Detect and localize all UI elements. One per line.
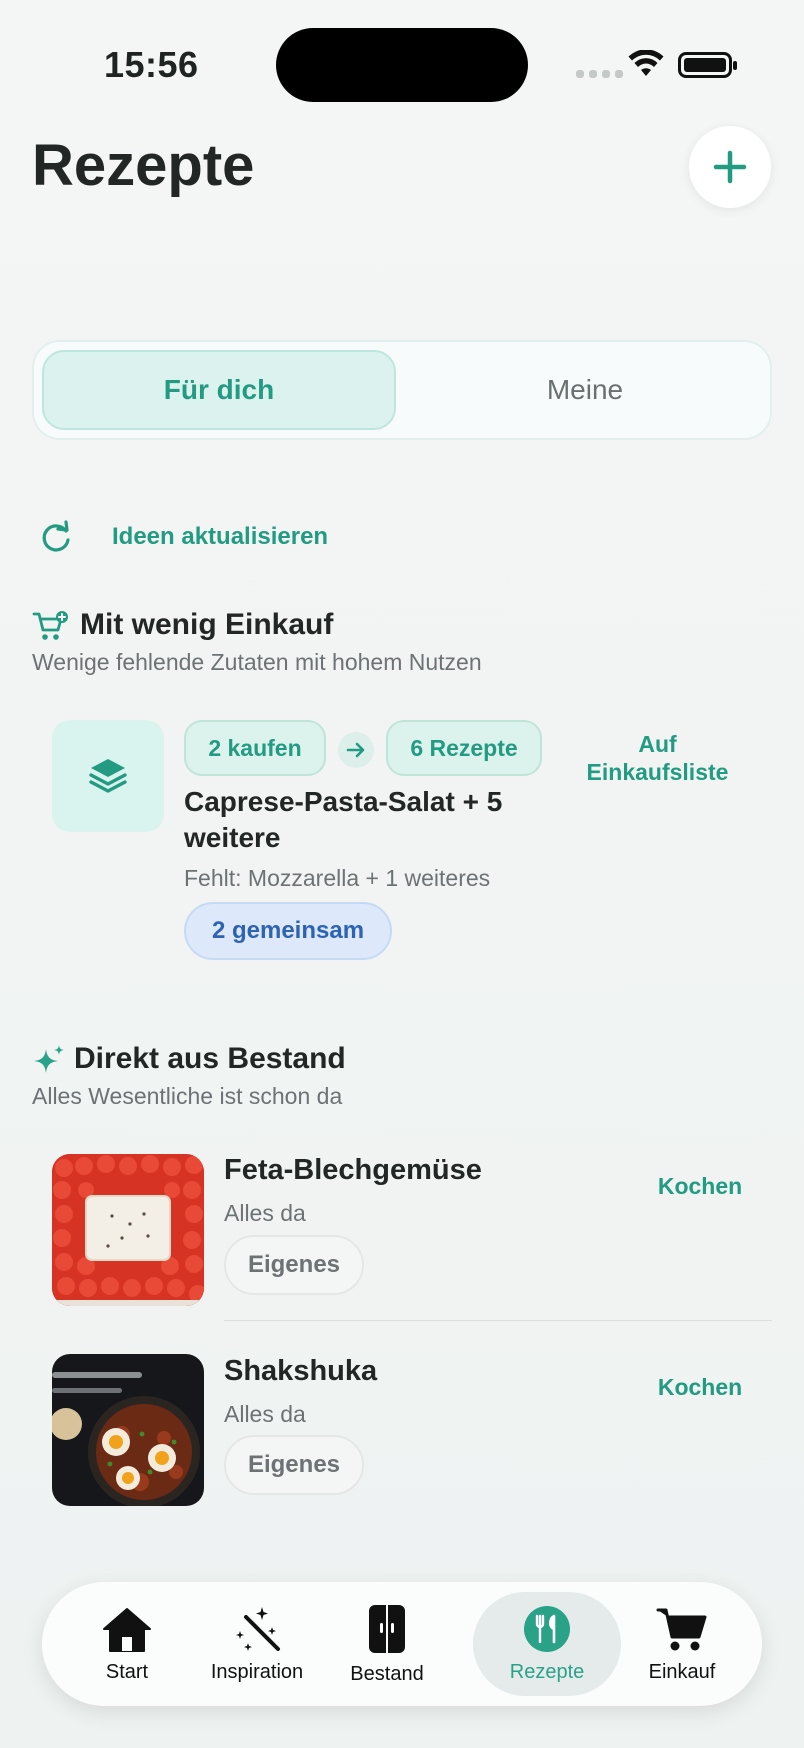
page-title: Rezepte — [32, 133, 255, 198]
tab-rezepte[interactable]: Rezepte — [482, 1582, 612, 1706]
refresh-icon[interactable] — [36, 518, 76, 558]
recipe-image-feta[interactable] — [52, 1154, 204, 1306]
bundle-tile[interactable] — [52, 720, 164, 832]
tab-label: Inspiration — [210, 1660, 304, 1683]
status-bar: 15:56 — [0, 0, 804, 130]
tab-label: Bestand — [350, 1662, 424, 1685]
cellular-signal-icon — [576, 70, 623, 78]
tab-start[interactable]: Start — [72, 1582, 182, 1706]
section-title-low-shop: Mit wenig Einkauf — [80, 608, 334, 641]
recipe-name[interactable]: Shakshuka — [224, 1355, 377, 1388]
tab-label: Rezepte — [509, 1660, 585, 1683]
row-divider — [224, 1320, 772, 1321]
tab-einkauf[interactable]: Einkauf — [622, 1582, 742, 1706]
arrow-right-icon — [338, 732, 374, 768]
fridge-icon — [369, 1604, 405, 1653]
bundle-missing-text: Fehlt: Mozzarella + 1 weiteres — [184, 865, 491, 891]
recipe-image-shakshuka[interactable] — [52, 1354, 204, 1506]
segment-for-you[interactable]: Für dich — [42, 350, 396, 430]
tab-bar: Start Inspiration Bestand Rezepte Einkau… — [42, 1582, 762, 1706]
section-title-stock: Direkt aus Bestand — [74, 1042, 346, 1075]
home-icon — [103, 1607, 151, 1652]
recipe-name[interactable]: Feta-Blechgemüse — [224, 1154, 482, 1187]
cart-plus-icon — [32, 611, 68, 640]
section-subtitle-low-shop: Wenige fehlende Zutaten mit hohem Nutzen — [32, 649, 482, 675]
own-recipe-badge: Eigenes — [224, 1235, 364, 1295]
section-subtitle-stock: Alles Wesentliche ist schon da — [32, 1083, 343, 1109]
recipe-status: Alles da — [224, 1200, 306, 1226]
dynamic-island — [276, 28, 528, 102]
own-recipe-badge: Eigenes — [224, 1435, 364, 1495]
tab-label: Einkauf — [648, 1660, 716, 1683]
refresh-ideas-button[interactable]: Ideen aktualisieren — [112, 523, 328, 551]
buy-count-chip: 2 kaufen — [184, 720, 326, 776]
sparkles-icon — [34, 1045, 64, 1073]
status-time: 15:56 — [104, 44, 199, 85]
cook-button[interactable]: Kochen — [640, 1173, 760, 1200]
shopping-cart-icon — [656, 1608, 707, 1650]
recipe-status: Alles da — [224, 1401, 306, 1427]
segmented-control: Für dich Meine — [32, 340, 772, 440]
wifi-icon — [628, 50, 664, 76]
battery-icon — [678, 52, 737, 78]
bundle-title: Caprese-Pasta-Salat + 5 weitere — [184, 786, 503, 853]
add-to-shopping-list-button[interactable]: Auf Einkaufsliste — [570, 730, 745, 786]
cook-button[interactable]: Kochen — [640, 1374, 760, 1401]
add-recipe-button[interactable] — [689, 126, 771, 208]
tab-bestand[interactable]: Bestand — [332, 1582, 442, 1706]
fork-knife-icon — [524, 1605, 570, 1652]
segment-mine[interactable]: Meine — [408, 350, 762, 430]
plus-icon — [713, 150, 747, 184]
magic-wand-icon — [236, 1606, 280, 1651]
layers-icon — [89, 759, 127, 793]
tab-inspiration[interactable]: Inspiration — [192, 1582, 322, 1706]
recipes-count-chip: 6 Rezepte — [386, 720, 542, 776]
tab-label: Start — [105, 1660, 149, 1683]
common-badge: 2 gemeinsam — [184, 902, 392, 960]
